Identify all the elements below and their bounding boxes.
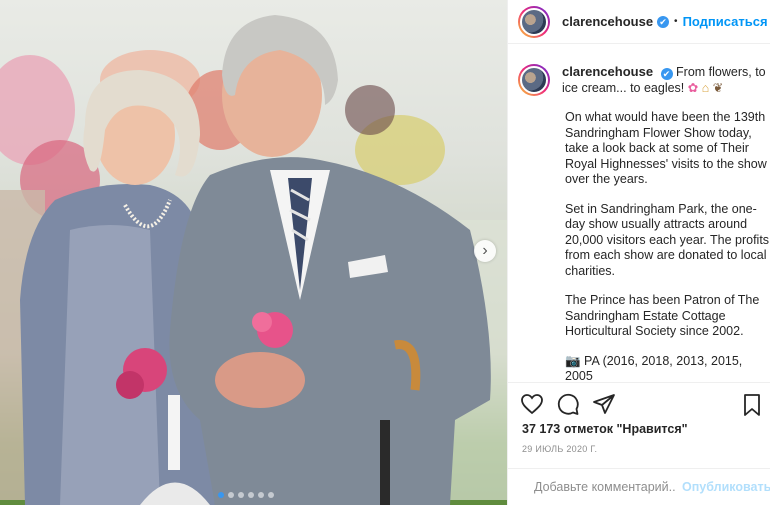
header-bullet: •	[674, 16, 678, 27]
heart-icon[interactable]	[520, 392, 544, 416]
carousel-dot-4	[248, 492, 254, 498]
caption-username[interactable]: clarencehouse	[562, 64, 653, 79]
post-sidebar: clarencehouse ✔ • Подписаться clarenceho…	[507, 0, 770, 505]
post-date[interactable]: 29 ИЮЛЬ 2020 Г.	[522, 444, 597, 454]
flower-emoji-icon: ✿	[687, 80, 699, 95]
caption-paragraph: On what would have been the 139th Sandri…	[565, 110, 767, 186]
caption-verified-badge-icon: ✔	[660, 68, 673, 80]
caption-avatar[interactable]	[518, 64, 550, 96]
action-bar	[508, 382, 770, 424]
carousel-next-button[interactable]: ›	[474, 240, 496, 262]
likes-count[interactable]: 37 173 отметок "Нравится"	[522, 422, 688, 436]
avatar[interactable]	[518, 5, 550, 38]
bookmark-icon[interactable]	[740, 393, 764, 417]
comment-input[interactable]	[534, 480, 676, 494]
share-icon[interactable]	[592, 392, 616, 416]
carousel-dot-1	[218, 492, 224, 498]
carousel-dots	[218, 492, 274, 498]
caption-paragraph: The Prince has been Patron of The Sandri…	[565, 293, 760, 338]
comment-icon[interactable]	[556, 392, 580, 416]
caption-paragraph: Set in Sandringham Park, the one-day sho…	[565, 201, 770, 278]
post-photo-illustration	[0, 15, 507, 505]
ice-cream-emoji-icon: ⌂	[701, 80, 710, 95]
publish-button[interactable]: Опубликовать	[682, 480, 770, 494]
header-username[interactable]: clarencehouse	[562, 14, 653, 29]
carousel-dot-5	[258, 492, 264, 498]
carousel-dot-6	[268, 492, 274, 498]
post-header: clarencehouse ✔ • Подписаться	[508, 0, 770, 44]
carousel-dot-3	[238, 492, 244, 498]
caption-first-line: clarencehouse ✔ From flowers, to ice cre…	[562, 64, 767, 96]
verified-badge-icon: ✔	[657, 15, 670, 28]
eagle-emoji-icon: ❦	[712, 80, 724, 95]
follow-button[interactable]: Подписаться	[683, 14, 768, 29]
caption-row: clarencehouse ✔ From flowers, to ice cre…	[518, 64, 770, 96]
caption-photo-credit: 📷 PA (2016, 2018, 2013, 2015, 2005	[565, 353, 743, 381]
carousel-dot-2	[228, 492, 234, 498]
add-comment-bar: Опубликовать	[508, 468, 770, 505]
post-photo: ›	[0, 0, 507, 505]
caption-area: clarencehouse ✔ From flowers, to ice cre…	[518, 64, 770, 380]
